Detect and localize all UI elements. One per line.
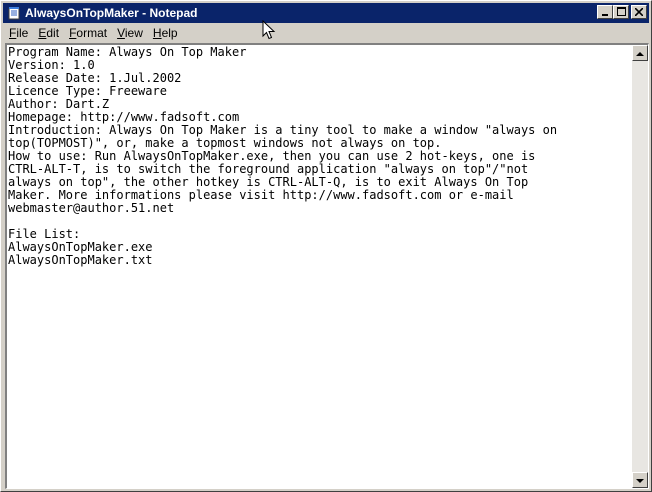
menu-format[interactable]: Format	[64, 24, 112, 42]
scroll-up-arrow-icon	[636, 44, 644, 62]
scroll-down-button[interactable]	[632, 472, 648, 488]
text-line[interactable]	[8, 215, 631, 228]
window-title: AlwaysOnTopMaker - Notepad	[25, 6, 198, 20]
caption-buttons	[597, 5, 647, 19]
text-editor[interactable]: Program Name: Always On Top Maker Version…	[5, 43, 649, 489]
scroll-down-arrow-icon	[636, 471, 644, 489]
menu-view[interactable]: View	[112, 24, 148, 42]
menu-file[interactable]: File	[3, 24, 33, 42]
notepad-icon[interactable]	[7, 6, 21, 20]
notepad-window: AlwaysOnTopMaker - Notepad File Edit For…	[0, 0, 652, 492]
minimize-icon	[601, 3, 609, 21]
vertical-scrollbar[interactable]	[632, 45, 648, 488]
maximize-icon	[616, 3, 626, 21]
close-icon	[634, 3, 644, 21]
maximize-button[interactable]	[613, 5, 629, 19]
text-line[interactable]: webmaster@author.51.net	[8, 202, 631, 215]
document-text[interactable]: Program Name: Always On Top Maker Version…	[8, 45, 631, 489]
text-line[interactable]: AlwaysOnTopMaker.txt	[8, 254, 631, 267]
minimize-button[interactable]	[597, 5, 613, 19]
menu-bar: File Edit Format View Help	[3, 24, 649, 42]
menu-help[interactable]: Help	[148, 24, 183, 42]
title-bar[interactable]: AlwaysOnTopMaker - Notepad	[3, 3, 649, 23]
menu-edit[interactable]: Edit	[33, 24, 64, 42]
scroll-up-button[interactable]	[632, 45, 648, 61]
text-line[interactable]: Program Name: Always On Top Maker	[8, 46, 631, 59]
close-button[interactable]	[631, 5, 647, 19]
mouse-cursor-icon	[262, 19, 276, 40]
